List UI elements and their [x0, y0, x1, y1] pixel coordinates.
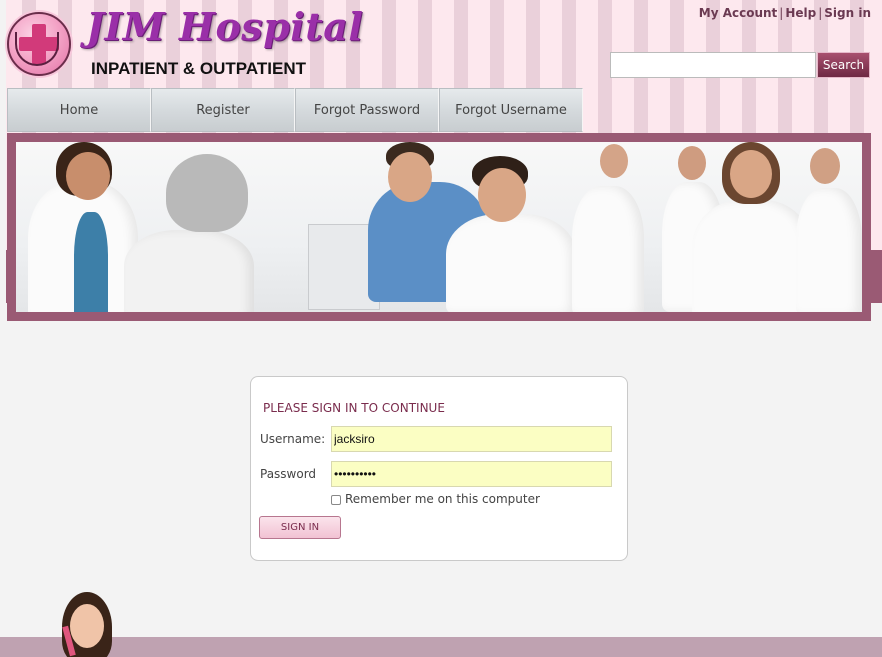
nav-item-home[interactable]: Home [7, 88, 151, 132]
doctor-seated-face [478, 168, 526, 222]
group-coat-4 [796, 188, 862, 312]
logo-stethoscope [15, 32, 59, 66]
doctor-seated-coat [446, 214, 576, 312]
login-panel: PLEASE SIGN IN TO CONTINUE Username: Pas… [250, 376, 628, 561]
nav-item-forgot-username[interactable]: Forgot Username [439, 88, 583, 132]
sign-in-link[interactable]: Sign in [824, 6, 871, 20]
nav-item-forgot-password[interactable]: Forgot Password [295, 88, 439, 132]
footer-receptionist-image [56, 592, 118, 657]
nav-item-register[interactable]: Register [151, 88, 295, 132]
group-coat-1 [572, 186, 644, 312]
password-field[interactable] [331, 461, 612, 487]
receptionist-face [70, 604, 104, 648]
link-separator: | [818, 6, 823, 20]
banner-image [16, 142, 862, 312]
remember-me-label[interactable]: Remember me on this computer [345, 492, 540, 506]
group-face-1 [600, 144, 628, 178]
patient-hair [166, 154, 248, 232]
group-face-4 [810, 148, 840, 184]
hospital-name: JIM Hospital [86, 4, 364, 49]
page-margin [0, 0, 6, 303]
checkbox-icon[interactable] [331, 495, 341, 505]
group-face-2 [678, 146, 706, 180]
password-label: Password [260, 467, 317, 481]
sign-in-button[interactable]: SIGN IN [259, 516, 341, 539]
doctor-face [388, 152, 432, 202]
main-nav: Home Register Forgot Password Forgot Use… [7, 88, 583, 132]
hospital-subtitle: INPATIENT & OUTPATIENT [91, 59, 307, 78]
login-title: PLEASE SIGN IN TO CONTINUE [263, 401, 445, 415]
username-field[interactable] [331, 426, 612, 452]
footer-bar [0, 637, 882, 657]
group-face-3 [730, 150, 772, 198]
nurse-face [66, 152, 110, 200]
nurse-scrubs [74, 212, 108, 312]
patient-body [124, 230, 254, 312]
search-input[interactable] [610, 52, 816, 78]
my-account-link[interactable]: My Account [699, 6, 778, 20]
search-button[interactable]: Search [817, 52, 870, 78]
username-label: Username: [260, 432, 326, 446]
help-link[interactable]: Help [785, 6, 816, 20]
top-links: My Account | Help | Sign in [699, 6, 871, 20]
medical-cross-logo-icon [7, 12, 71, 76]
group-coat-3 [692, 200, 812, 312]
link-separator: | [779, 6, 784, 20]
